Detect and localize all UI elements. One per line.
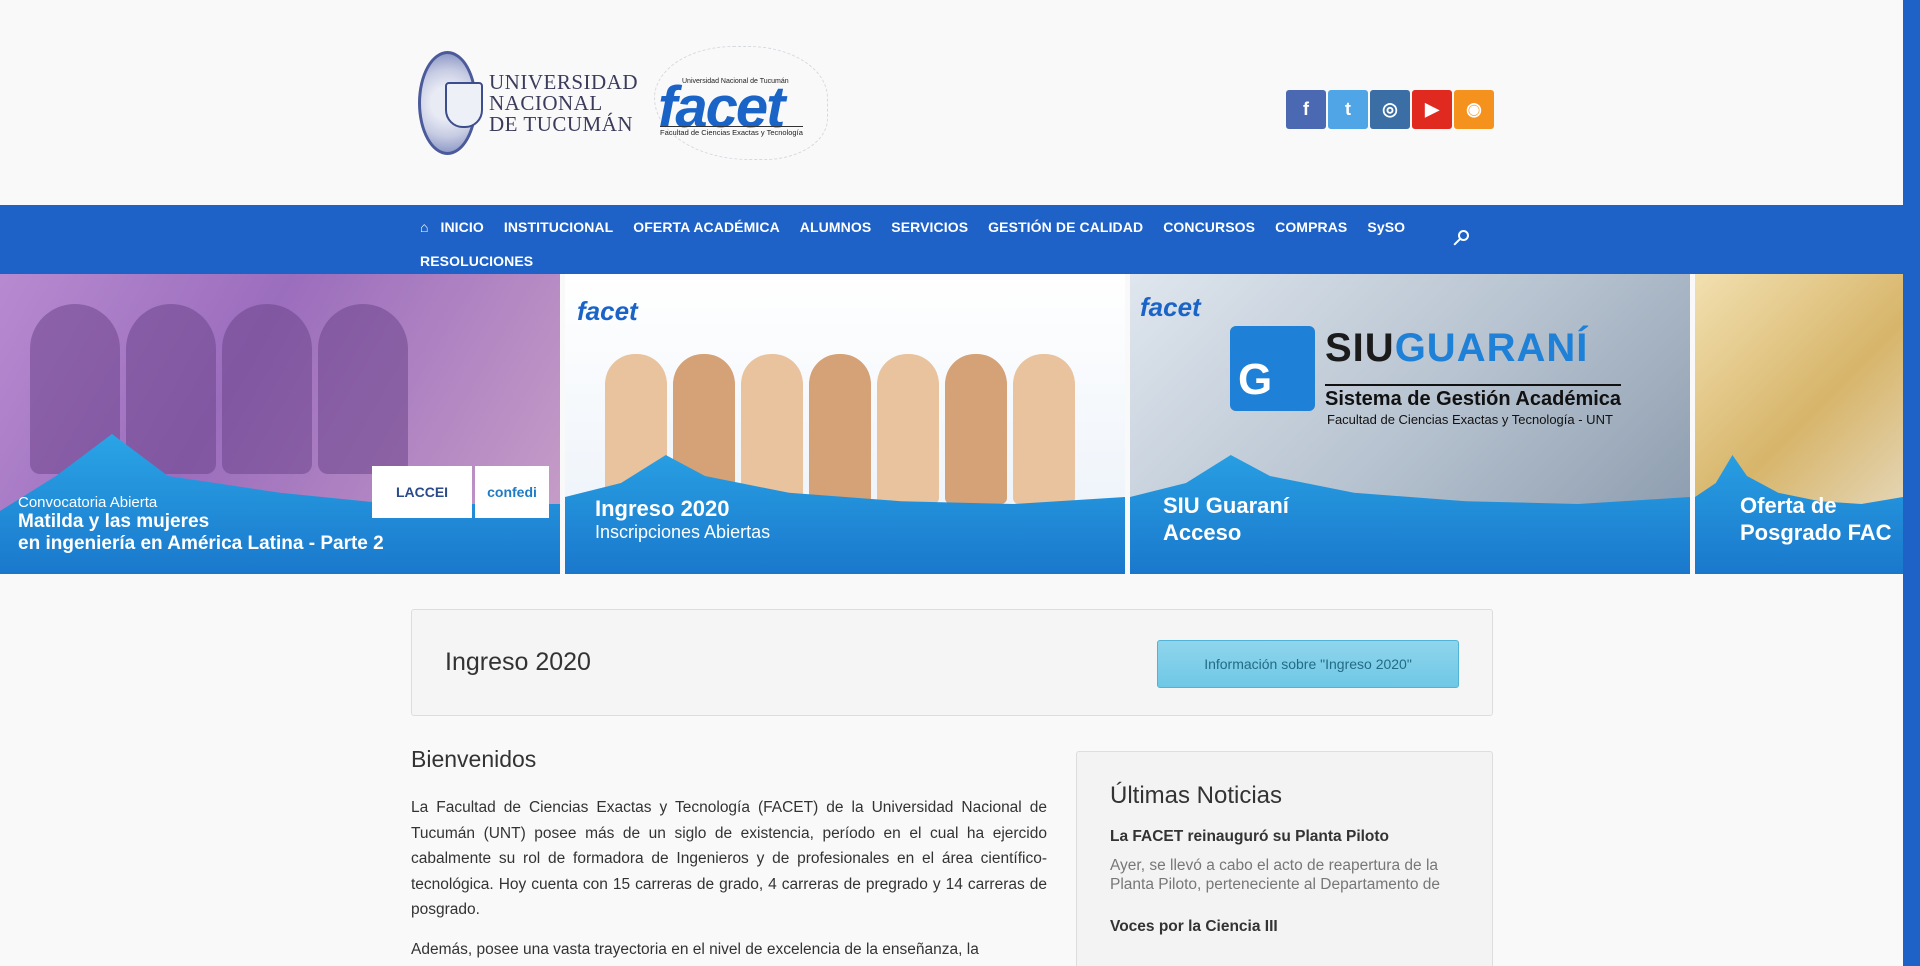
person-image [318,304,408,474]
news-item-title[interactable]: Voces por la Ciencia III [1110,918,1459,936]
rss-icon[interactable]: ◉ [1454,90,1494,129]
facet-logo[interactable]: Universidad Nacional de Tucumán facet Fa… [654,46,828,160]
slide-ingreso-2020[interactable]: facet Ingreso 2020 Inscripciones Abierta… [565,274,1125,574]
slide-title: en ingeniería en América Latina - Parte … [18,533,384,554]
slide-title: SIU Guaraní [1163,493,1289,518]
person-image [222,304,312,474]
facet-logo: facet [577,296,638,326]
slide-title: Ingreso 2020 [595,496,730,521]
unt-logo[interactable]: UNIVERSIDAD NACIONAL DE TUCUMÁN [418,48,638,158]
student-image [877,354,939,504]
twitter-icon[interactable]: t [1328,90,1368,129]
siu-brand-subtitle: Sistema de Gestión Académica [1325,384,1622,411]
nav-item-institucional[interactable]: INSTITUCIONAL [504,219,613,235]
home-icon[interactable]: ⌂ [420,219,428,235]
instagram-icon[interactable]: ◎ [1370,90,1410,129]
nav-item-resoluciones[interactable]: RESOLUCIONES [420,253,533,269]
laccei-logo: LACCEI [372,466,472,518]
welcome-section: Bienvenidos La Facultad de Ciencias Exac… [411,746,1047,966]
nav-item-oferta-academica[interactable]: OFERTA ACADÉMICA [633,219,780,235]
main-nav: ⌂ INICIO INSTITUCIONAL OFERTA ACADÉMICA … [0,205,1903,274]
ingreso-title: Ingreso 2020 [445,648,591,676]
welcome-paragraph: La Facultad de Ciencias Exactas y Tecnol… [411,799,1047,918]
ingreso-callout: Ingreso 2020 Información sobre "Ingreso … [411,609,1493,716]
student-image [741,354,803,504]
nav-item-alumnos[interactable]: ALUMNOS [800,219,871,235]
slide-siu-guarani[interactable]: facet G SIUGUARANÍ Sistema de Gestión Ac… [1130,274,1690,574]
student-image [945,354,1007,504]
partner-logos: LACCEI confedi [372,466,549,518]
image-carousel: LACCEI confedi Convocatoria Abierta Mati… [0,274,1903,574]
nav-item-inicio[interactable]: INICIO [440,219,483,235]
slide-kicker: Convocatoria Abierta [18,494,158,511]
news-item-title[interactable]: La FACET reinauguró su Planta Piloto [1110,828,1459,846]
youtube-icon[interactable]: ▶ [1412,90,1452,129]
nav-item-servicios[interactable]: SERVICIOS [891,219,968,235]
slide-title: Matilda y las mujeres [18,511,210,532]
slide-matilda[interactable]: LACCEI confedi Convocatoria Abierta Mati… [0,274,560,574]
slide-title: Posgrado FAC [1740,520,1892,545]
confedi-logo: confedi [475,466,549,518]
welcome-heading: Bienvenidos [411,746,537,772]
slide-posgrado[interactable]: Oferta de Posgrado FAC [1695,274,1903,574]
nav-item-concursos[interactable]: CONCURSOS [1163,219,1255,235]
nav-item-compras[interactable]: COMPRAS [1275,219,1347,235]
student-image [1013,354,1075,504]
latest-news-title: Últimas Noticias [1110,782,1283,809]
student-image [809,354,871,504]
unt-seal-icon [418,51,483,155]
siu-brand: SIUGUARANÍ [1325,326,1589,370]
facet-logo: facet [1140,292,1201,322]
slide-subtitle: Inscripciones Abiertas [595,522,771,542]
social-links: f t ◎ ▶ ◉ [1286,90,1494,129]
latest-news-panel: Últimas Noticias La FACET reinauguró su … [1076,751,1493,966]
search-icon[interactable] [1450,227,1474,251]
siu-brand-subtitle2: Facultad de Ciencias Exactas y Tecnologí… [1327,412,1613,427]
news-item-excerpt: Ayer, se llevó a cabo el acto de reapert… [1110,857,1441,893]
site-header: UNIVERSIDAD NACIONAL DE TUCUMÁN Universi… [0,0,1903,205]
nav-item-syso[interactable]: SySO [1367,219,1405,235]
facebook-icon[interactable]: f [1286,90,1326,129]
nav-item-gestion-calidad[interactable]: GESTIÓN DE CALIDAD [988,219,1143,235]
siu-g-icon: G [1230,326,1315,411]
ingreso-info-button[interactable]: Información sobre "Ingreso 2020" [1157,640,1459,688]
slide-title: Acceso [1163,520,1242,545]
person-image [126,304,216,474]
slide-title: Oferta de [1740,493,1837,518]
university-name: UNIVERSIDAD NACIONAL DE TUCUMÁN [489,69,638,136]
page-scrollbar[interactable] [1903,0,1920,966]
welcome-paragraph: Además, posee una vasta trayectoria en e… [411,940,979,958]
